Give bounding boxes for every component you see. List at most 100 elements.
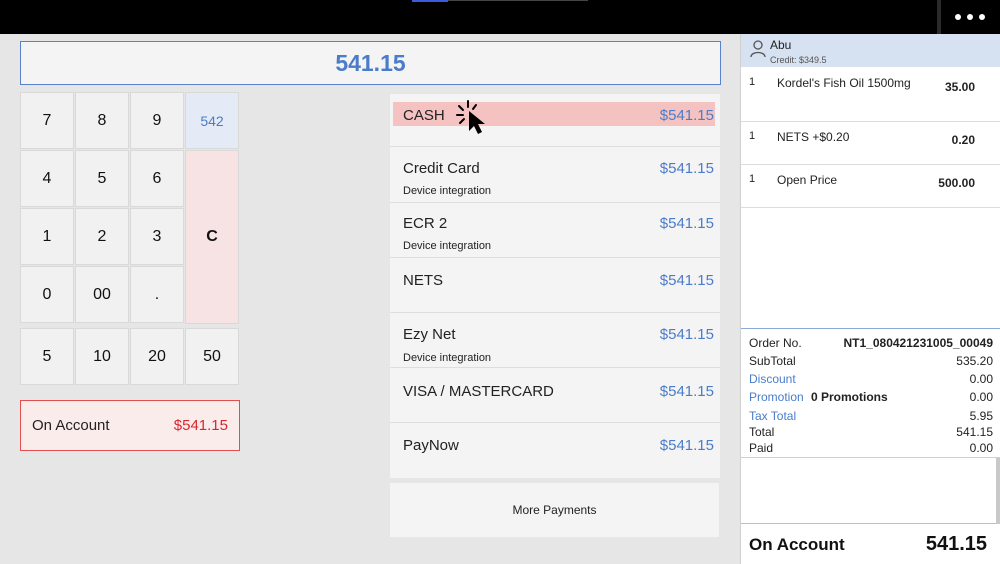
payment-method-amount: $541.15 (659, 326, 714, 343)
quick-amount-5[interactable]: 5 (20, 328, 74, 385)
total-label: Total (749, 425, 775, 439)
item-name: Open Price (777, 173, 838, 187)
item-qty: 1 (749, 76, 756, 88)
paid-value: 0.00 (969, 441, 993, 455)
subtotal-value: 535.20 (956, 354, 993, 368)
tax-total-value: 5.95 (969, 409, 993, 423)
clear-button[interactable]: C (185, 150, 239, 324)
promotion-count: 0 Promotions (811, 390, 888, 404)
payment-method-name: VISA / MASTERCARD (403, 383, 554, 400)
more-options-button[interactable] (945, 4, 995, 30)
discount-link[interactable]: Discount (749, 372, 796, 386)
dot-icon (967, 14, 973, 20)
summary-tax: Tax Total 5.95 (749, 409, 993, 425)
order-summary: Order No. NT1_080421231005_00049 SubTota… (741, 328, 1000, 458)
payment-method-ezy-net[interactable]: Ezy Net $541.15 Device integration (390, 314, 720, 368)
summary-order-no: Order No. NT1_080421231005_00049 (749, 336, 993, 352)
payment-method-visa-mastercard[interactable]: VISA / MASTERCARD $541.15 (390, 369, 720, 423)
payment-method-name: CASH (403, 107, 445, 124)
item-qty: 1 (749, 173, 756, 185)
amount-input[interactable]: 541.15 (20, 41, 721, 85)
tax-total-link[interactable]: Tax Total (749, 409, 796, 423)
scrollbar[interactable] (996, 458, 1000, 524)
payment-method-paynow[interactable]: PayNow $541.15 (390, 424, 720, 478)
item-price: 500.00 (938, 176, 975, 190)
item-name: Kordel's Fish Oil 1500mg (777, 76, 911, 90)
quick-amount-50[interactable]: 50 (185, 328, 239, 385)
payment-method-name: Credit Card (403, 160, 480, 177)
payment-method-amount: $541.15 (659, 383, 714, 400)
quick-amount-20[interactable]: 20 (130, 328, 184, 385)
key-6[interactable]: 6 (130, 150, 184, 207)
summary-discount: Discount 0.00 (749, 372, 993, 388)
key-0[interactable]: 0 (20, 266, 74, 323)
promotion-value: 0.00 (969, 390, 993, 404)
payment-method-subtitle: Device integration (403, 185, 492, 197)
suggested-amount-button[interactable]: 542 (185, 92, 239, 149)
top-bar (0, 0, 1000, 34)
quick-amount-10[interactable]: 10 (75, 328, 129, 385)
paid-label: Paid (749, 441, 774, 455)
discount-value: 0.00 (969, 372, 993, 386)
top-bar-accent-line (448, 0, 588, 1)
payments-applied-area (741, 458, 1000, 524)
summary-subtotal: SubTotal 535.20 (749, 354, 993, 370)
payment-method-amount: $541.15 (659, 215, 714, 232)
more-payments-button[interactable]: More Payments (390, 483, 719, 537)
customer-name: Abu (770, 38, 792, 52)
payment-method-subtitle: Device integration (403, 352, 492, 364)
top-bar-separator (937, 0, 941, 34)
payment-method-credit-card[interactable]: Credit Card $541.15 Device integration (390, 149, 720, 203)
on-account-button[interactable]: On Account $541.15 (20, 400, 240, 451)
payment-method-list: CASH $541.15 Credit Card $541.15 Device … (390, 94, 720, 478)
balance-label: On Account (749, 535, 845, 554)
key-decimal[interactable]: . (130, 266, 184, 323)
key-2[interactable]: 2 (75, 208, 129, 265)
order-no-label: Order No. (749, 336, 802, 350)
payment-method-name: NETS (403, 272, 444, 289)
payment-method-amount: $541.15 (659, 160, 714, 177)
customer-credit: Credit: $349.5 (770, 55, 827, 65)
promotion-link[interactable]: Promotion (749, 390, 804, 404)
item-price: 0.20 (951, 133, 975, 147)
payment-method-name: ECR 2 (403, 215, 448, 232)
summary-total: Total 541.15 (749, 425, 993, 441)
on-account-amount: $541.15 (173, 417, 228, 434)
payment-method-subtitle: Device integration (403, 240, 492, 252)
subtotal-label: SubTotal (749, 354, 796, 368)
order-item[interactable]: 1 NETS +$0.20 0.20 (741, 122, 1000, 165)
order-no-value: NT1_080421231005_00049 (843, 336, 993, 350)
top-bar-accent (412, 0, 448, 2)
key-3[interactable]: 3 (130, 208, 184, 265)
payment-method-name: PayNow (403, 437, 459, 454)
key-7[interactable]: 7 (20, 92, 74, 149)
balance-footer: On Account 541.15 (741, 527, 1000, 564)
item-qty: 1 (749, 130, 756, 142)
payment-method-ecr2[interactable]: ECR 2 $541.15 Device integration (390, 204, 720, 258)
key-1[interactable]: 1 (20, 208, 74, 265)
payment-method-cash[interactable]: CASH $541.15 (390, 94, 720, 147)
payment-method-name: Ezy Net (403, 326, 456, 343)
item-name: NETS +$0.20 (777, 130, 850, 144)
balance-amount: 541.15 (925, 533, 987, 555)
order-item[interactable]: 1 Kordel's Fish Oil 1500mg 35.00 (741, 67, 1000, 122)
on-account-label: On Account (32, 417, 110, 434)
payment-method-amount: $541.15 (659, 437, 714, 454)
dot-icon (979, 14, 985, 20)
dot-icon (955, 14, 961, 20)
payment-method-amount: $541.15 (659, 107, 714, 124)
key-4[interactable]: 4 (20, 150, 74, 207)
order-panel: Abu Credit: $349.5 1 Kordel's Fish Oil 1… (740, 34, 1000, 564)
total-value: 541.15 (956, 425, 993, 439)
customer-header[interactable]: Abu Credit: $349.5 (741, 34, 1000, 67)
user-icon (750, 40, 766, 58)
payment-method-amount: $541.15 (659, 272, 714, 289)
item-price: 35.00 (944, 80, 975, 94)
key-8[interactable]: 8 (75, 92, 129, 149)
key-9[interactable]: 9 (130, 92, 184, 149)
summary-promotion: Promotion 0 Promotions 0.00 (749, 390, 993, 406)
payment-method-nets[interactable]: NETS $541.15 (390, 259, 720, 313)
order-item[interactable]: 1 Open Price 500.00 (741, 165, 1000, 208)
key-00[interactable]: 00 (75, 266, 129, 323)
key-5[interactable]: 5 (75, 150, 129, 207)
